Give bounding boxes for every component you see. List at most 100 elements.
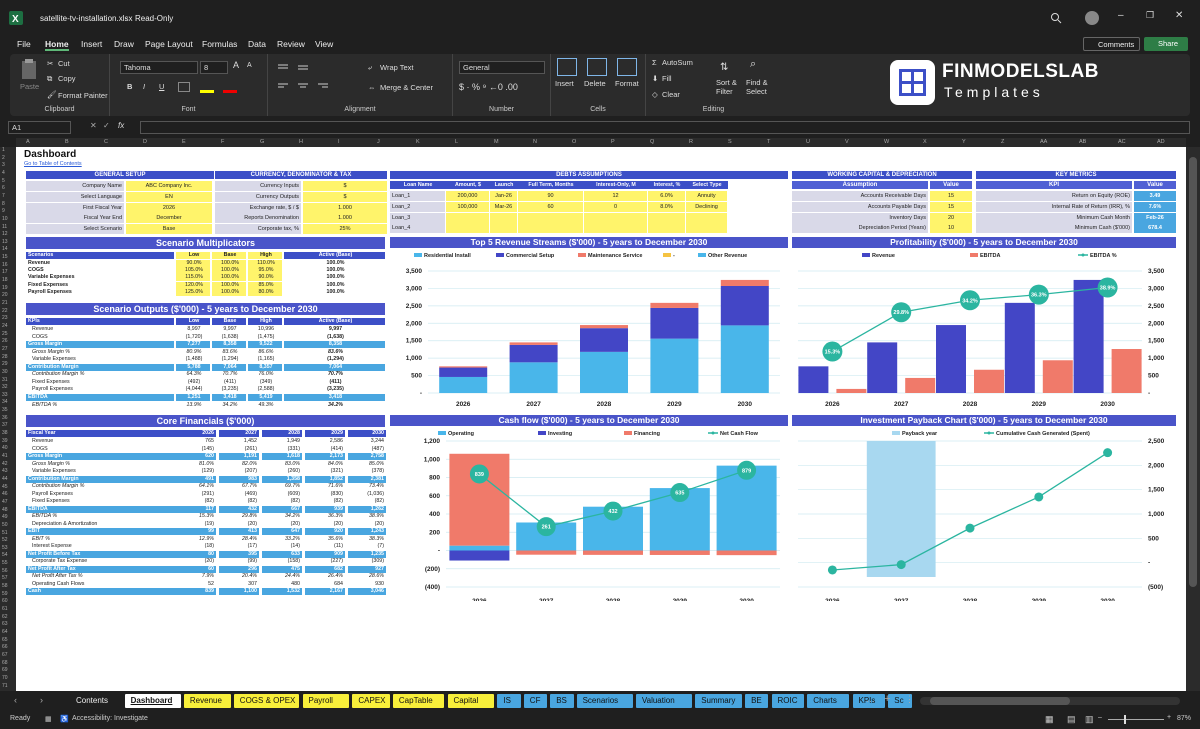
menu-file[interactable]: File — [17, 39, 31, 49]
column-header[interactable]: N — [533, 139, 537, 145]
row-header[interactable]: 14 — [2, 246, 8, 252]
currency-value[interactable]: 1.000 — [303, 213, 387, 224]
insert-button[interactable]: Insert — [555, 79, 574, 88]
row-header[interactable]: 28 — [2, 354, 8, 360]
comments-button[interactable]: Comments — [1083, 37, 1140, 51]
column-header[interactable]: K — [416, 139, 420, 145]
row-header[interactable]: 68 — [2, 660, 8, 666]
page-break-icon[interactable]: ▥ — [1085, 714, 1094, 725]
row-header[interactable]: 18 — [2, 277, 8, 283]
menu-draw[interactable]: Draw — [114, 39, 134, 49]
row-header[interactable]: 69 — [2, 667, 8, 673]
copy-icon[interactable]: ⧉ — [47, 74, 52, 84]
sm-cell[interactable]: 80.0% — [248, 288, 282, 296]
horizontal-scrollbar[interactable] — [920, 697, 1180, 705]
row-header[interactable]: 33 — [2, 392, 8, 398]
row-header[interactable]: 9 — [2, 208, 5, 214]
debts-cell[interactable]: 90 — [518, 191, 583, 201]
sheet-tab[interactable]: CapTable — [392, 694, 445, 708]
row-header[interactable]: 54 — [2, 552, 8, 558]
debts-cell[interactable]: Mar-26 — [490, 201, 517, 212]
row-header[interactable]: 43 — [2, 468, 8, 474]
share-button[interactable]: Share — [1144, 37, 1188, 51]
row-header[interactable]: 56 — [2, 568, 8, 574]
setup-value[interactable]: December — [126, 213, 212, 224]
row-header[interactable]: 15 — [2, 254, 8, 260]
debts-cell[interactable]: Annuity — [686, 191, 727, 201]
column-header[interactable]: V — [845, 139, 849, 145]
row-header[interactable]: 10 — [2, 216, 8, 222]
row-header[interactable]: 51 — [2, 530, 8, 536]
debts-cell[interactable] — [584, 223, 647, 234]
sheet-tab[interactable]: CF — [523, 694, 548, 708]
setup-value[interactable]: EN — [126, 191, 212, 202]
merge-center-button[interactable]: Merge & Center — [380, 83, 433, 92]
clear-button[interactable]: Clear — [662, 90, 680, 99]
column-header[interactable]: S — [728, 139, 732, 145]
shrink-font-button[interactable]: A — [247, 62, 252, 69]
menu-data[interactable]: Data — [248, 39, 266, 49]
clear-icon[interactable]: ◇ — [652, 90, 658, 99]
row-header[interactable]: 48 — [2, 507, 8, 513]
format-button[interactable]: Format — [615, 79, 639, 88]
row-header[interactable]: 34 — [2, 399, 8, 405]
row-header[interactable]: 61 — [2, 606, 8, 612]
format-painter-icon[interactable]: 🖌 — [47, 90, 57, 99]
row-header[interactable]: 65 — [2, 637, 8, 643]
debts-cell[interactable]: Declining Balance — [686, 201, 727, 220]
page-layout-icon[interactable]: ▤ — [1067, 714, 1076, 725]
setup-value[interactable]: Base — [126, 224, 212, 235]
cancel-formula-icon[interactable]: ✕ — [90, 121, 97, 130]
row-header[interactable]: 27 — [2, 346, 8, 352]
column-header[interactable]: Q — [650, 139, 654, 145]
format-cells-icon[interactable] — [617, 58, 637, 76]
paste-button[interactable]: Paste — [20, 82, 39, 91]
tab-scroll-left-icon[interactable]: ‹ — [14, 695, 17, 705]
zoom-level[interactable]: 87% — [1177, 715, 1191, 722]
row-header[interactable]: 30 — [2, 369, 8, 375]
debts-cell[interactable] — [446, 212, 489, 223]
sort-filter-button[interactable]: Sort & Filter — [716, 78, 744, 96]
sm-cell[interactable]: 115.0% — [176, 274, 210, 282]
sheet-tab[interactable]: Revenue — [183, 694, 231, 708]
currency-value[interactable]: 25% — [303, 224, 387, 235]
row-header[interactable]: 24 — [2, 323, 8, 329]
row-header[interactable]: 46 — [2, 491, 8, 497]
column-header[interactable]: O — [572, 139, 576, 145]
row-header[interactable]: 45 — [2, 484, 8, 490]
row-header[interactable]: 60 — [2, 598, 8, 604]
row-header[interactable]: 41 — [2, 453, 8, 459]
row-header[interactable]: 12 — [2, 231, 8, 237]
sm-cell[interactable]: 100.0% — [212, 281, 246, 289]
row-header[interactable]: 19 — [2, 285, 8, 291]
row-header[interactable]: 21 — [2, 300, 8, 306]
find-select-icon[interactable]: ⌕ — [750, 58, 756, 71]
wc-value[interactable]: 20 — [930, 212, 972, 223]
column-header[interactable]: X — [923, 139, 927, 145]
menu-review[interactable]: Review — [277, 39, 305, 49]
sheet-tab[interactable]: Dashboard — [124, 694, 181, 708]
zoom-in-icon[interactable]: + — [1167, 714, 1171, 721]
debts-cell[interactable]: 60 — [518, 201, 583, 212]
row-header[interactable]: 70 — [2, 675, 8, 681]
column-header[interactable]: L — [455, 139, 458, 145]
row-header[interactable]: 62 — [2, 614, 8, 620]
currency-value[interactable]: $ — [303, 181, 387, 191]
sm-cell[interactable]: 95.0% — [248, 267, 282, 275]
column-header[interactable]: D — [143, 139, 147, 145]
column-header[interactable]: AC — [1118, 139, 1126, 145]
insert-cells-icon[interactable] — [557, 58, 577, 76]
sheet-tab[interactable]: Scenarios — [576, 694, 633, 708]
row-header[interactable]: 42 — [2, 461, 8, 467]
sm-cell[interactable]: 100.0% — [212, 267, 246, 275]
column-header[interactable]: B — [65, 139, 69, 145]
wrap-text-icon[interactable]: ⤶ — [368, 63, 372, 73]
debts-cell[interactable] — [648, 212, 685, 223]
debts-cell[interactable] — [446, 223, 489, 234]
row-header[interactable]: 6 — [2, 185, 5, 191]
borders-icon[interactable] — [178, 82, 190, 92]
merge-icon[interactable]: ⇔ — [368, 83, 376, 92]
column-header[interactable]: W — [884, 139, 889, 145]
tab-scroll-right-icon[interactable]: › — [40, 695, 43, 705]
sm-cell[interactable]: 100.0% — [212, 288, 246, 296]
